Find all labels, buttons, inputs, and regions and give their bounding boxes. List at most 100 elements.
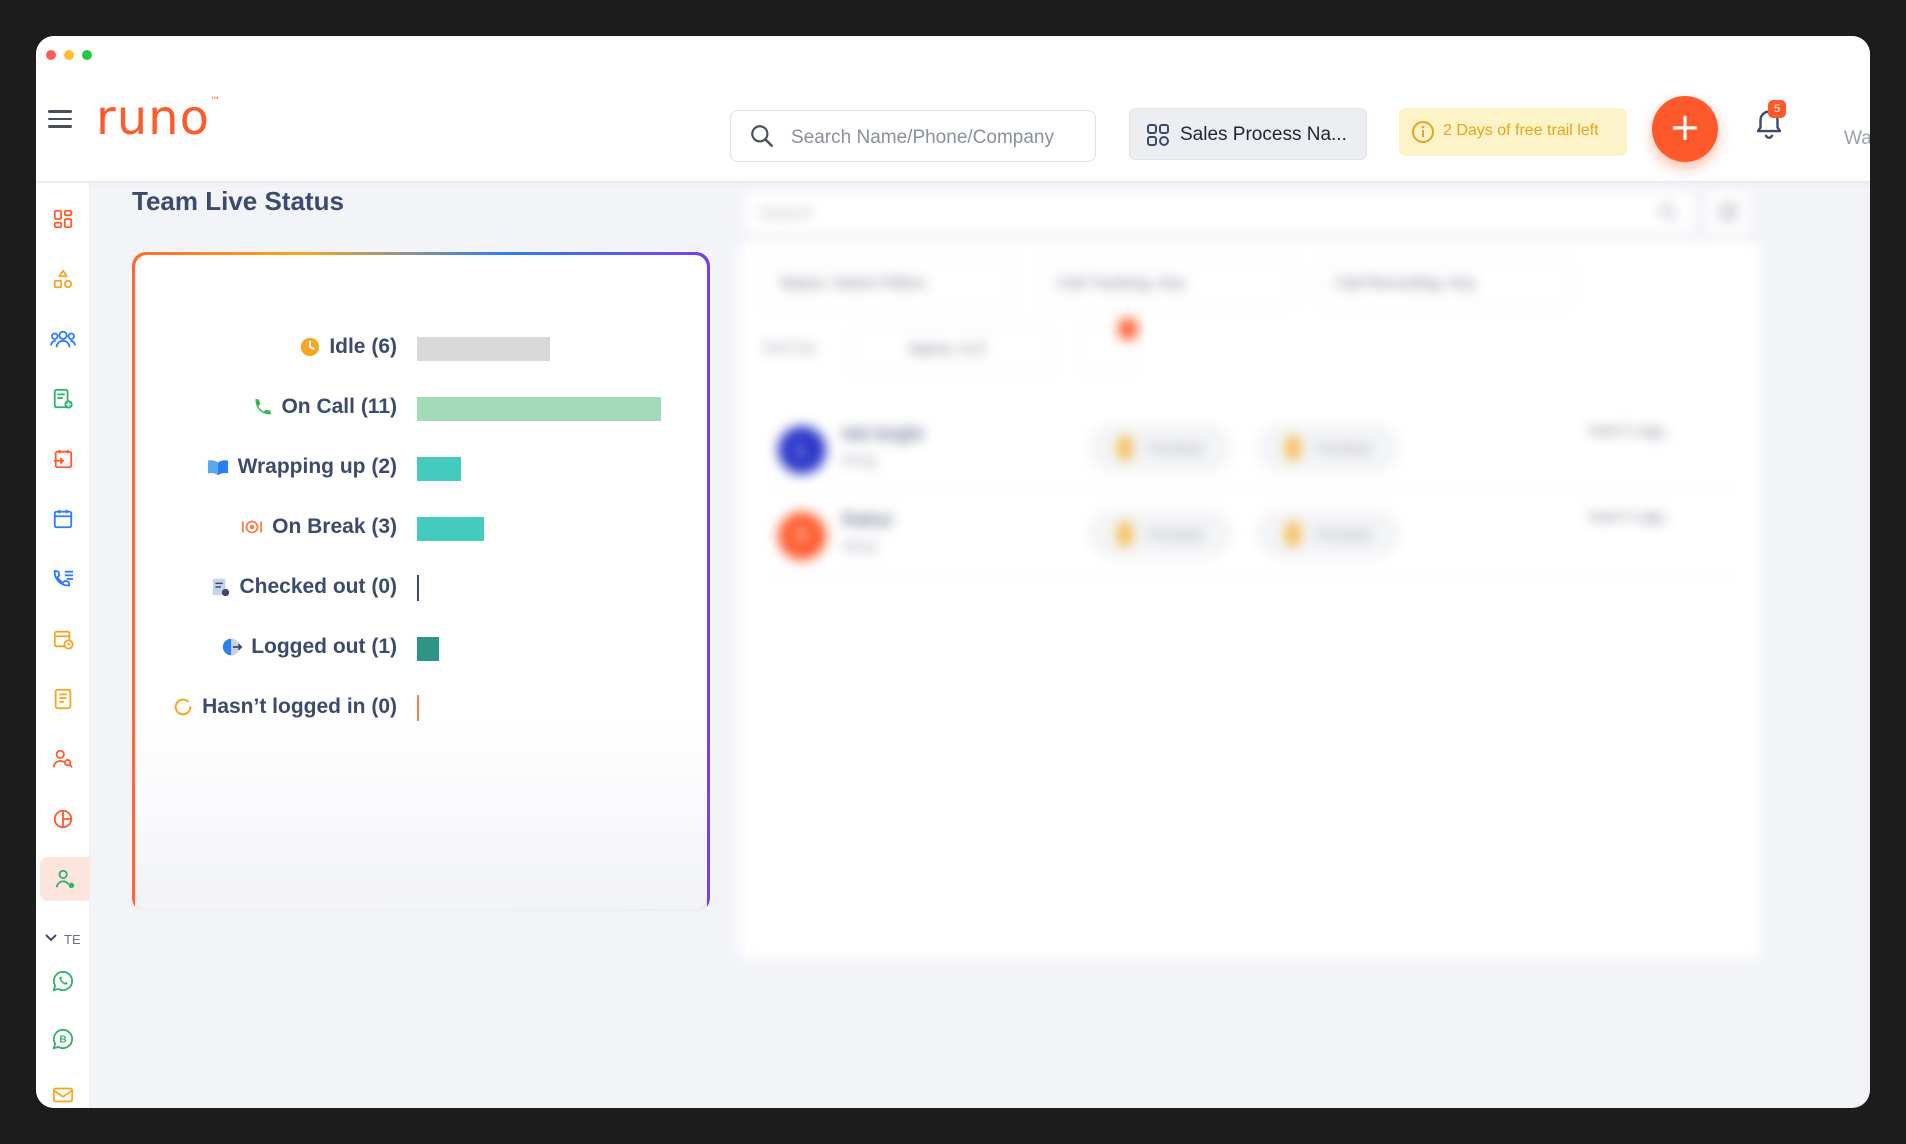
form-add-icon bbox=[53, 388, 73, 409]
phone-icon bbox=[251, 396, 273, 418]
status-row: Checked out (0) bbox=[135, 569, 707, 609]
status-label: Logged out (1) bbox=[251, 635, 397, 658]
mail-icon bbox=[52, 1087, 74, 1103]
sidebar-item-live-status[interactable] bbox=[40, 857, 90, 901]
sidebar-item-whatsapp-business[interactable]: B bbox=[36, 1017, 90, 1061]
trial-text: 2 Days of free trail left bbox=[1443, 122, 1599, 139]
clock-icon bbox=[299, 336, 321, 358]
sales-process-label: Sales Process Na... bbox=[1180, 124, 1347, 145]
call-recording-pill: Pending* bbox=[1256, 424, 1400, 472]
call-log-icon bbox=[53, 569, 74, 587]
whatsapp-business-icon: B bbox=[52, 1028, 74, 1050]
chevron-down-icon[interactable] bbox=[44, 931, 58, 945]
sidebar-item-whatsapp[interactable] bbox=[36, 959, 90, 1003]
sidebar-item-analytics[interactable] bbox=[36, 797, 90, 841]
schedule-icon bbox=[53, 630, 74, 650]
global-search-input[interactable]: Search Name/Phone/Company bbox=[730, 110, 1096, 162]
status-row: Wrapping up (2) bbox=[135, 449, 707, 489]
status-bar bbox=[417, 457, 461, 481]
refresh-button[interactable] bbox=[1706, 190, 1750, 234]
call-recording-filter[interactable]: Call Recording: Any bbox=[1318, 260, 1570, 308]
sidebar: TE B bbox=[36, 183, 90, 1108]
sidebar-item-calendar[interactable] bbox=[36, 497, 90, 541]
status-label: On Break (3) bbox=[272, 515, 397, 538]
agent-status: Hasn't Logg... bbox=[1588, 422, 1674, 438]
sidebar-item-shapes[interactable] bbox=[36, 257, 90, 301]
sales-process-selector[interactable]: Sales Process Na... bbox=[1129, 108, 1367, 160]
refresh-icon bbox=[1719, 203, 1737, 221]
window-chrome bbox=[36, 36, 1870, 62]
team-icon bbox=[50, 330, 76, 348]
grid-icon bbox=[1147, 124, 1169, 146]
call-tracking-pill: Pending* bbox=[1088, 424, 1232, 472]
runo-logo[interactable]: runo™ bbox=[96, 90, 221, 146]
call-tracking-pill: Pending* bbox=[1088, 510, 1232, 558]
sidebar-item-schedule[interactable] bbox=[36, 617, 90, 661]
agent-search-placeholder: Search bbox=[759, 203, 813, 222]
sidebar-item-mail[interactable] bbox=[36, 1073, 90, 1108]
minimize-dot[interactable] bbox=[64, 50, 74, 60]
user-name-partial[interactable]: Wa bbox=[1844, 128, 1870, 150]
avatar: L bbox=[778, 426, 826, 474]
status-row: Logged out (1) bbox=[135, 629, 707, 669]
status-bar bbox=[417, 695, 419, 721]
sidebar-item-user-search[interactable] bbox=[36, 737, 90, 781]
live-status-icon bbox=[55, 869, 75, 889]
notification-badge: 5 bbox=[1768, 100, 1786, 118]
sidebar-section-label: TE bbox=[64, 932, 81, 947]
status-label: Checked out (0) bbox=[239, 575, 397, 598]
agent-search-input[interactable]: Search bbox=[744, 190, 1694, 234]
agent-designation: desg bbox=[842, 538, 877, 555]
sidebar-item-transfer[interactable] bbox=[36, 437, 90, 481]
search-icon bbox=[751, 125, 773, 147]
agent-row[interactable]: R Rahul desg Pending* Pending* Hasn't Lo… bbox=[768, 496, 1738, 576]
pie-chart-icon bbox=[53, 809, 73, 829]
sidebar-item-reports[interactable] bbox=[36, 677, 90, 721]
checkout-icon bbox=[209, 576, 231, 598]
sort-label: Sort by bbox=[762, 338, 816, 357]
top-bar: runo™ Search Name/Phone/Company Sales Pr… bbox=[36, 62, 1870, 182]
maximize-dot[interactable] bbox=[82, 50, 92, 60]
trial-banner[interactable]: 2 Days of free trail left bbox=[1399, 108, 1627, 156]
sidebar-item-team[interactable] bbox=[36, 317, 90, 361]
status-row: Idle (6) bbox=[135, 329, 707, 369]
status-filter[interactable]: Status: Select Filters bbox=[762, 260, 1014, 308]
live-status-card: Idle (6) On Call (11) Wrapping up (2) On Br… bbox=[132, 252, 710, 925]
status-bar bbox=[417, 337, 550, 361]
sidebar-item-forms[interactable] bbox=[36, 377, 90, 421]
status-label: Wrapping up (2) bbox=[237, 455, 397, 478]
avatar: R bbox=[778, 512, 826, 560]
call-recording-pill: Pending* bbox=[1256, 510, 1400, 558]
agent-row[interactable]: L loki bright desg Pending* Pending* Has… bbox=[768, 410, 1738, 490]
agent-status: Hasn't Logg... bbox=[1588, 508, 1674, 524]
agents-panel: Search Status: Select Filters Call Track… bbox=[726, 186, 1786, 1010]
card-fade bbox=[135, 815, 707, 925]
status-row: Hasn’t logged in (0) bbox=[135, 689, 707, 729]
refresh-icon bbox=[172, 696, 194, 718]
calendar-icon bbox=[53, 509, 73, 529]
status-bar bbox=[417, 397, 661, 421]
logout-icon bbox=[221, 636, 243, 658]
close-dot[interactable] bbox=[46, 50, 56, 60]
status-bar bbox=[417, 575, 419, 601]
status-row: On Break (3) bbox=[135, 509, 707, 549]
status-row: On Call (11) bbox=[135, 389, 707, 429]
whatsapp-icon bbox=[52, 970, 74, 992]
status-label: On Call (11) bbox=[281, 395, 397, 418]
sidebar-item-dashboard[interactable] bbox=[36, 197, 90, 241]
agent-name: loki bright bbox=[842, 424, 924, 445]
status-bar bbox=[417, 517, 484, 541]
menu-icon[interactable] bbox=[48, 110, 72, 130]
shapes-icon bbox=[53, 269, 73, 289]
call-tracking-filter[interactable]: Call Tracking: Any bbox=[1040, 260, 1292, 308]
filter-button[interactable] bbox=[1080, 319, 1137, 374]
status-label: Hasn’t logged in (0) bbox=[202, 695, 397, 718]
status-bar bbox=[417, 637, 439, 661]
sidebar-item-call-log[interactable] bbox=[36, 557, 90, 601]
sort-select[interactable]: Name: A-Z bbox=[852, 326, 1052, 374]
book-icon bbox=[206, 456, 230, 478]
agents-list-panel: Status: Select Filters Call Tracking: An… bbox=[740, 242, 1760, 958]
dashboard-icon bbox=[53, 209, 73, 229]
agent-name: Rahul bbox=[842, 510, 892, 531]
add-button[interactable]: + bbox=[1652, 96, 1718, 162]
